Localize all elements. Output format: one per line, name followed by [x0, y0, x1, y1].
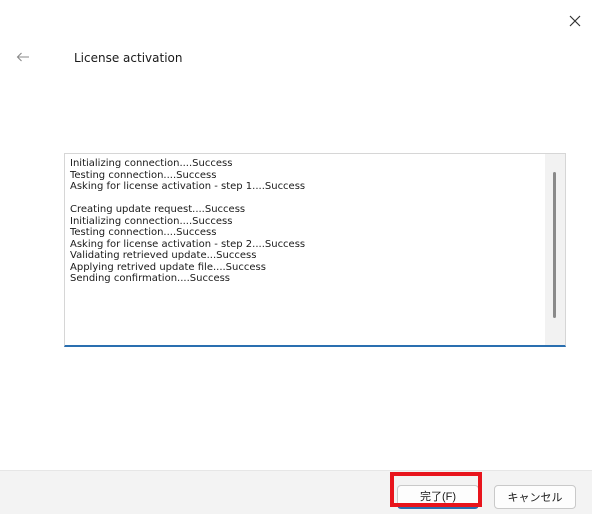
license-activation-dialog: License activation Initializing connecti…: [0, 0, 592, 514]
log-line: Initializing connection....Success: [70, 158, 233, 169]
back-arrow-icon: [16, 52, 29, 62]
cancel-button[interactable]: キャンセル: [494, 485, 576, 509]
log-line: Asking for license activation - step 1..…: [70, 181, 306, 192]
log-line: Asking for license activation - step 2..…: [70, 238, 306, 250]
log-line: Testing connection....Success: [70, 227, 217, 238]
finish-button[interactable]: 完了(F): [397, 485, 479, 509]
close-icon: [569, 15, 581, 27]
dialog-footer: 完了(F) キャンセル: [0, 470, 592, 514]
log-line: Sending confirmation....Success: [70, 273, 231, 284]
log-line: Applying retrived update file....Success: [70, 261, 266, 273]
log-line: Validating retrieved update...Success: [70, 250, 257, 261]
log-line: Testing connection....Success: [70, 169, 217, 181]
log-line: Creating update request....Success: [70, 204, 246, 215]
scrollbar-thumb[interactable]: [553, 172, 556, 318]
activation-log[interactable]: Initializing connection....Success Testi…: [64, 153, 566, 347]
close-button[interactable]: [564, 10, 586, 32]
log-scrollbar[interactable]: [545, 154, 565, 345]
back-button[interactable]: [12, 46, 34, 68]
page-title: License activation: [74, 51, 183, 65]
log-line: Initializing connection....Success: [70, 215, 233, 227]
log-line-blank: [70, 193, 539, 205]
log-content: Initializing connection....Success Testi…: [70, 158, 539, 285]
